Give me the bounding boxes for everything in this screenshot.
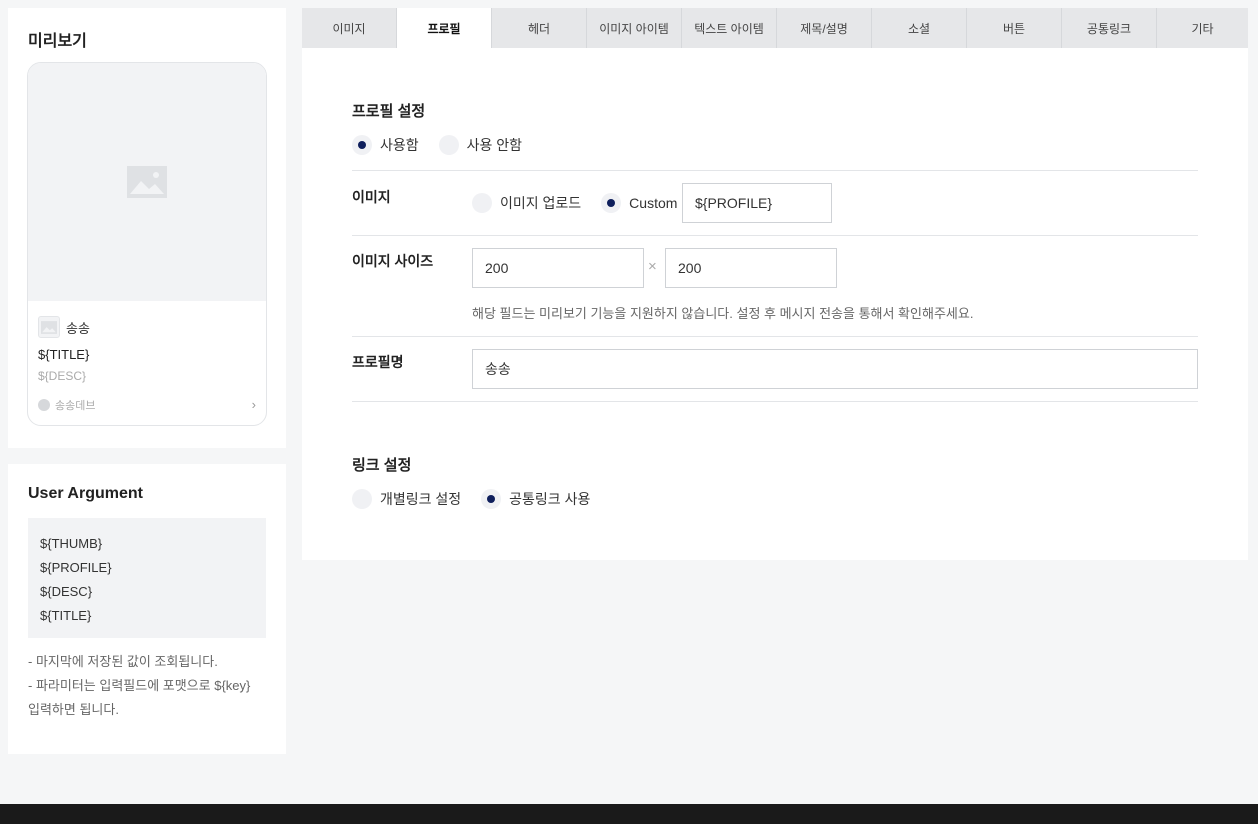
chevron-right-icon: › <box>251 397 256 412</box>
tab-social[interactable]: 소셜 <box>872 8 967 48</box>
profile-image-icon <box>38 316 60 338</box>
custom-image-input[interactable] <box>682 183 832 223</box>
divider <box>352 235 1198 236</box>
tab-etc[interactable]: 기타 <box>1157 8 1248 48</box>
radio-label: Custom <box>629 195 678 211</box>
preview-title: 미리보기 <box>28 33 87 50</box>
card-thumbnail <box>28 63 266 301</box>
common-link-option[interactable]: 공통링크 사용 <box>481 489 590 509</box>
note-line: - 마지막에 저장된 값이 조회됩니다. <box>28 654 218 669</box>
tab-common-link[interactable]: 공통링크 <box>1062 8 1157 48</box>
image-placeholder-icon <box>127 166 167 198</box>
radio-label: 공통링크 사용 <box>509 491 591 507</box>
link-settings-title: 링크 설정 <box>352 457 412 474</box>
note-line: 입력하면 됩니다. <box>28 702 119 717</box>
image-source-radio-group: 이미지 업로드 Custom <box>472 193 683 213</box>
profile-use-radio-group: 사용함 사용 안함 <box>352 135 542 155</box>
tab-header[interactable]: 헤더 <box>492 8 587 48</box>
radio-label: 사용 안함 <box>466 137 523 153</box>
radio-checked-icon[interactable] <box>481 489 502 509</box>
individual-link-option[interactable]: 개별링크 설정 <box>352 489 461 509</box>
page-footer-bar <box>0 804 1258 824</box>
image-height-input[interactable] <box>665 248 837 288</box>
card-profile-name: 송송 <box>66 320 90 336</box>
image-custom-option[interactable]: Custom <box>601 193 677 213</box>
link-type-radio-group: 개별링크 설정 공통링크 사용 <box>352 489 610 509</box>
argument-item[interactable]: ${TITLE} <box>40 604 254 628</box>
preview-card: 송송 ${TITLE} ${DESC} 송송데브 › <box>27 62 267 426</box>
tab-image[interactable]: 이미지 <box>302 8 397 48</box>
card-desc: ${DESC} <box>38 369 87 383</box>
tab-title-desc[interactable]: 제목/설명 <box>777 8 872 48</box>
tab-bar: 이미지 프로필 헤더 이미지 아이템 텍스트 아이템 제목/설명 소셜 버튼 공… <box>302 8 1248 48</box>
radio-label: 이미지 업로드 <box>500 195 582 211</box>
image-upload-option[interactable]: 이미지 업로드 <box>472 193 581 213</box>
divider <box>352 170 1198 171</box>
settings-panel: 이미지 프로필 헤더 이미지 아이템 텍스트 아이템 제목/설명 소셜 버튼 공… <box>302 8 1248 560</box>
argument-notes: - 마지막에 저장된 값이 조회됩니다. - 파라미터는 입력필드에 포맷으로 … <box>28 650 268 722</box>
profile-settings-title: 프로필 설정 <box>352 103 426 120</box>
card-title: ${TITLE} <box>38 347 90 362</box>
user-argument-panel: User Argument ${THUMB} ${PROFILE} ${DESC… <box>8 464 286 754</box>
card-footer[interactable]: 송송데브 › <box>38 397 256 413</box>
user-argument-title: User Argument <box>28 485 143 502</box>
image-width-input[interactable] <box>472 248 644 288</box>
argument-item[interactable]: ${DESC} <box>40 580 254 604</box>
argument-list: ${THUMB} ${PROFILE} ${DESC} ${TITLE} <box>28 518 266 638</box>
times-sign: × <box>648 258 657 275</box>
argument-item[interactable]: ${PROFILE} <box>40 556 254 580</box>
tab-text-item[interactable]: 텍스트 아이템 <box>682 8 777 48</box>
radio-label: 개별링크 설정 <box>380 491 462 507</box>
radio-label: 사용함 <box>380 137 419 153</box>
radio-checked-icon[interactable] <box>601 193 622 213</box>
note-line: - 파라미터는 입력필드에 포맷으로 ${key} <box>28 678 251 693</box>
card-profile: 송송 <box>38 316 90 338</box>
radio-unchecked-icon[interactable] <box>352 489 372 509</box>
image-size-label: 이미지 사이즈 <box>352 253 434 269</box>
card-footer-label: 송송데브 <box>55 400 96 412</box>
profile-not-use-option[interactable]: 사용 안함 <box>438 135 523 155</box>
tab-profile[interactable]: 프로필 <box>397 8 492 48</box>
argument-item[interactable]: ${THUMB} <box>40 532 254 556</box>
image-size-help-text: 해당 필드는 미리보기 기능을 지원하지 않습니다. 설정 후 메시지 전송을 … <box>472 306 974 321</box>
radio-unchecked-icon[interactable] <box>472 193 492 213</box>
profile-name-input[interactable] <box>472 349 1198 389</box>
channel-icon <box>38 399 50 411</box>
preview-panel: 미리보기 송송 ${TITLE} ${DESC} 송송데브 › <box>8 8 286 448</box>
divider <box>352 336 1198 337</box>
radio-checked-icon[interactable] <box>352 135 372 155</box>
image-label: 이미지 <box>352 189 391 205</box>
profile-name-label: 프로필명 <box>352 354 404 370</box>
radio-unchecked-icon[interactable] <box>438 135 459 155</box>
profile-use-option[interactable]: 사용함 <box>352 135 419 155</box>
tab-button[interactable]: 버튼 <box>967 8 1062 48</box>
divider <box>352 401 1198 402</box>
tab-image-item[interactable]: 이미지 아이템 <box>587 8 682 48</box>
